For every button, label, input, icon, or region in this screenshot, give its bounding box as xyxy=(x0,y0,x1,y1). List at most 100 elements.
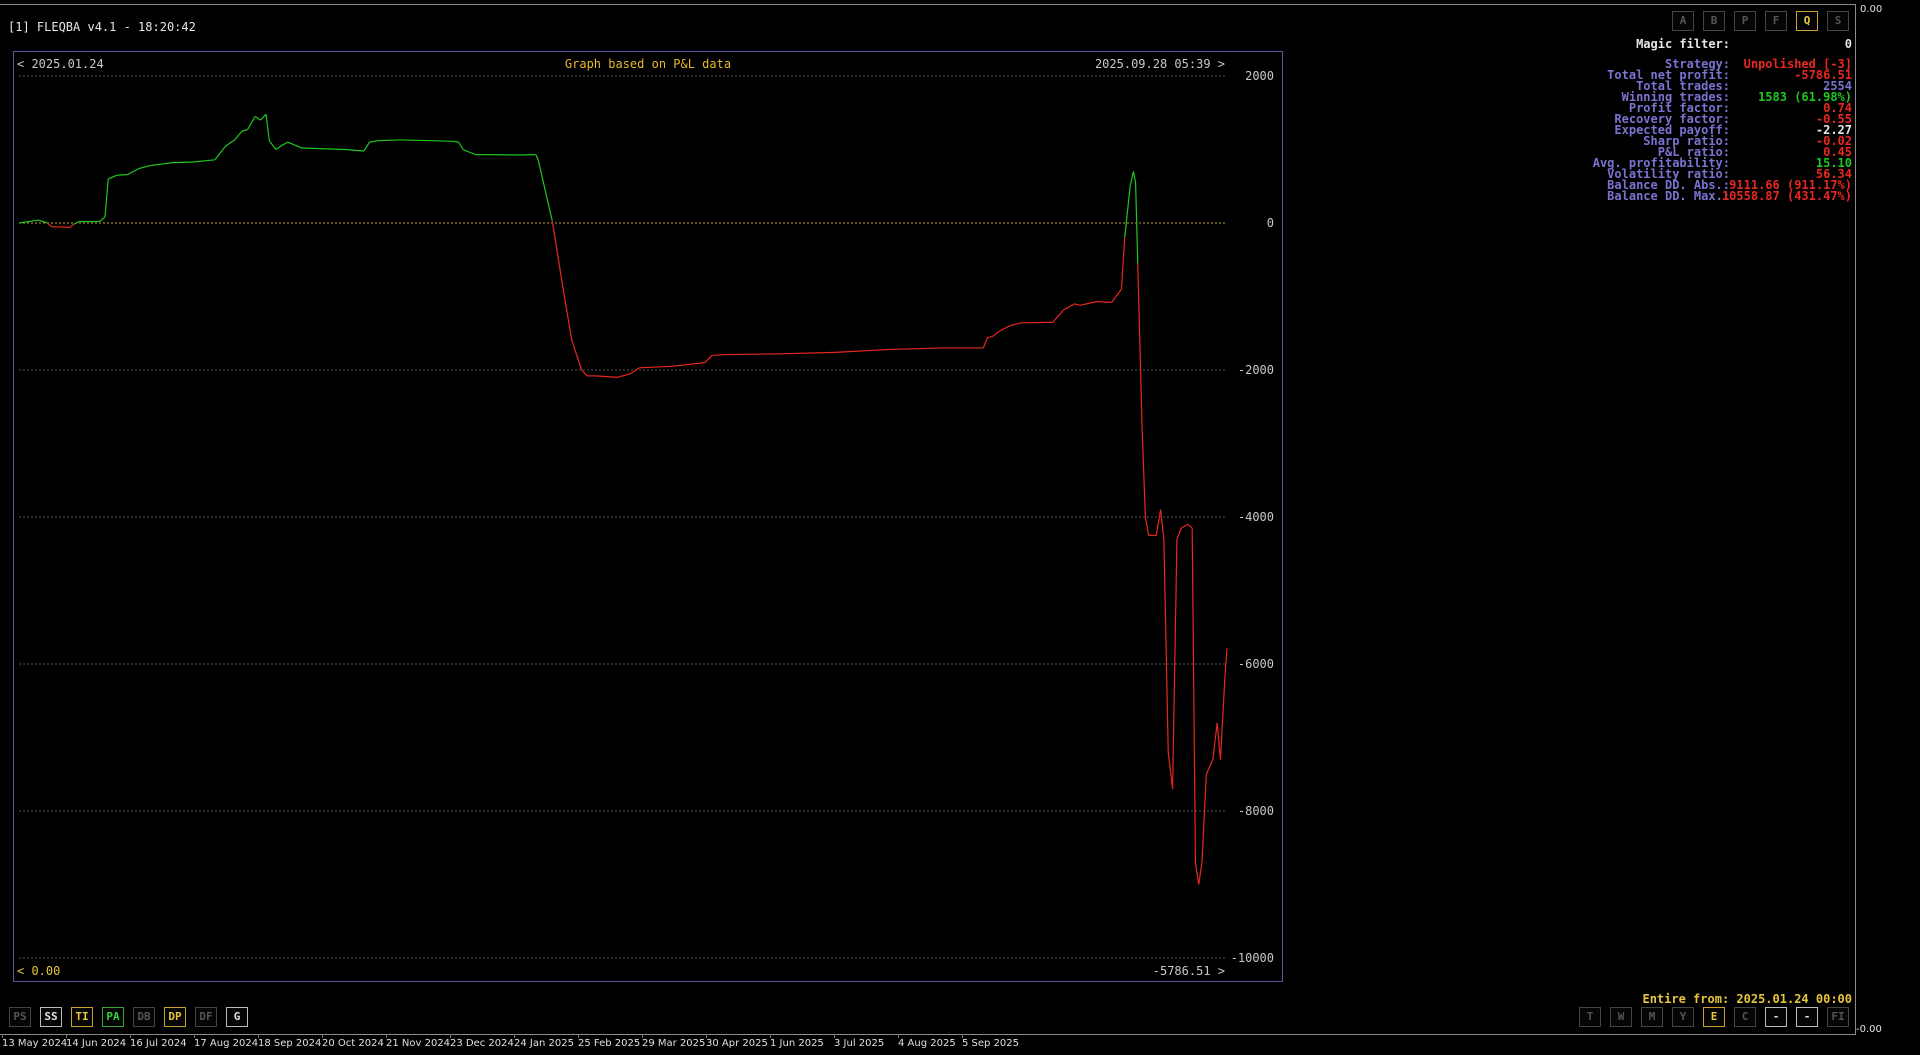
pnl-line-segment xyxy=(260,113,267,121)
toggle-button-fi[interactable]: FI xyxy=(1827,1007,1849,1027)
pnl-line-segment xyxy=(1187,523,1193,529)
pnl-line-segment xyxy=(551,220,564,290)
pnl-line-segment xyxy=(127,168,139,176)
y-tick-label: -2000 xyxy=(1238,363,1274,377)
date-tick-label: 5 Sep 2025 xyxy=(962,1034,1020,1049)
pnl-line-segment xyxy=(104,178,109,218)
pnl-line-segment xyxy=(1111,296,1117,303)
pnl-line-segment xyxy=(998,325,1010,333)
pnl-line-segment xyxy=(323,148,346,151)
pnl-line-segment xyxy=(73,221,80,225)
pnl-line-segment xyxy=(595,375,618,378)
pnl-line-segment xyxy=(1144,516,1150,536)
y-tick-label: -8000 xyxy=(1238,804,1274,818)
date-tick-label: 20 Oct 2024 xyxy=(322,1034,384,1049)
pnl-line-segment xyxy=(363,141,370,152)
toggle-button-a[interactable]: A xyxy=(1672,11,1694,31)
pnl-line-segment xyxy=(432,140,455,143)
edge-value-bottom: -0.00 xyxy=(1856,1024,1882,1035)
pnl-line-segment xyxy=(1198,862,1203,885)
stat-row: Balance DD. Max.: 10558.87 (431.47%) xyxy=(1560,189,1852,203)
pnl-line-segment xyxy=(454,140,459,143)
pnl-line-segment xyxy=(108,174,118,180)
pnl-line-segment xyxy=(1191,528,1197,863)
toggle-button-f[interactable]: F xyxy=(1765,11,1787,31)
pnl-line-segment xyxy=(234,130,243,141)
date-tick-label: 24 Jan 2025 xyxy=(514,1034,574,1049)
date-tick-label: 30 Apr 2025 xyxy=(706,1034,768,1049)
pnl-line-segment xyxy=(51,226,71,229)
toggle-button-dash[interactable]: - xyxy=(1765,1007,1787,1027)
pnl-line-segment xyxy=(399,139,433,142)
toggle-button-y[interactable]: Y xyxy=(1672,1007,1694,1027)
pnl-line-segment xyxy=(458,141,464,150)
toggle-button-c[interactable]: C xyxy=(1734,1007,1756,1027)
pnl-line-segment xyxy=(1224,648,1228,679)
toggle-button-e[interactable]: E xyxy=(1703,1007,1725,1027)
pnl-line-segment xyxy=(1009,322,1021,327)
pnl-line-segment xyxy=(630,367,640,375)
toggle-button-ps[interactable]: PS xyxy=(9,1007,31,1027)
toggle-button-ss[interactable]: SS xyxy=(40,1007,62,1027)
pnl-line-segment xyxy=(992,331,999,337)
pnl-line-segment xyxy=(149,162,172,167)
toggle-button-p[interactable]: P xyxy=(1734,11,1756,31)
pnl-line-segment xyxy=(462,148,472,154)
toggle-button-b[interactable]: B xyxy=(1703,11,1725,31)
chart-frame: < 2025.01.24 Graph based on P&L data 202… xyxy=(13,51,1283,982)
toggle-button-pa[interactable]: PA xyxy=(102,1007,124,1027)
toggle-button-g[interactable]: G xyxy=(226,1007,248,1027)
pnl-line-segment xyxy=(116,173,128,176)
toggle-button-dp[interactable]: DP xyxy=(164,1007,186,1027)
pnl-line-segment xyxy=(99,216,106,222)
pnl-line-segment xyxy=(537,159,553,221)
pnl-line-segment xyxy=(889,347,945,351)
pnl-line-segment xyxy=(1132,171,1137,183)
pnl-line-segment xyxy=(835,348,890,353)
pnl-line-segment xyxy=(1096,301,1112,303)
pnl-line-segment xyxy=(1212,722,1218,760)
pnl-line-segment xyxy=(1180,523,1189,529)
pnl-line-segment xyxy=(46,222,53,228)
y-tick-label: 0 xyxy=(1267,216,1274,230)
date-tick-label: 14 Jun 2024 xyxy=(66,1034,127,1049)
pnl-line-segment xyxy=(1160,509,1165,540)
y-tick-label: 2000 xyxy=(1245,69,1274,83)
pnl-line-segment xyxy=(301,147,324,150)
pnl-line-segment xyxy=(1194,862,1200,885)
stat-label: Balance DD. Max.: xyxy=(1607,189,1730,203)
pnl-line-segment xyxy=(617,373,631,378)
pnl-line-segment xyxy=(171,161,194,164)
toggle-button-ti[interactable]: TI xyxy=(71,1007,93,1027)
pnl-line-segment xyxy=(1129,171,1134,187)
date-tick-label: 25 Feb 2025 xyxy=(578,1034,641,1049)
toggle-button-m[interactable]: M xyxy=(1641,1007,1663,1027)
pnl-line-segment xyxy=(378,139,400,142)
pnl-line-segment xyxy=(1052,309,1065,323)
pnl-line-segment xyxy=(704,354,713,364)
pnl-chart: 2000 0 -2000 -4000 -6000 -8000 -10000 xyxy=(18,69,1274,965)
pnl-line-segment xyxy=(671,362,705,367)
date-tick-label: 29 Mar 2025 xyxy=(642,1034,706,1049)
date-axis: 13 May 2024 14 Jun 2024 16 Jul 2024 17 Aug … xyxy=(0,1034,1920,1052)
toggle-button-t[interactable]: T xyxy=(1579,1007,1601,1027)
toggle-button-q[interactable]: Q xyxy=(1796,11,1818,31)
y-tick-label: -6000 xyxy=(1238,657,1274,671)
toggle-button-s[interactable]: S xyxy=(1827,11,1849,31)
y-tick-label: -10000 xyxy=(1231,951,1274,965)
toggle-button-w[interactable]: W xyxy=(1610,1007,1632,1027)
toggle-button-df[interactable]: DF xyxy=(195,1007,217,1027)
toggle-button-dash[interactable]: - xyxy=(1796,1007,1818,1027)
pnl-line-segment xyxy=(1020,321,1053,324)
toggle-button-db[interactable]: DB xyxy=(133,1007,155,1027)
pnl-line-segment xyxy=(138,165,150,170)
pnl-line-segment xyxy=(193,159,215,163)
pnl-line-segment xyxy=(712,353,727,356)
pnl-line-segment xyxy=(280,141,289,147)
pnl-line-segment xyxy=(1219,678,1226,760)
pnl-line-segment xyxy=(1201,774,1207,863)
stat-rows: Strategy: Unpolished [-3] Total net profit… xyxy=(1560,58,1852,203)
date-tick-label: 4 Aug 2025 xyxy=(898,1034,956,1049)
date-tick-label: 3 Jul 2025 xyxy=(834,1034,885,1049)
pnl-line-segment xyxy=(1167,752,1174,790)
